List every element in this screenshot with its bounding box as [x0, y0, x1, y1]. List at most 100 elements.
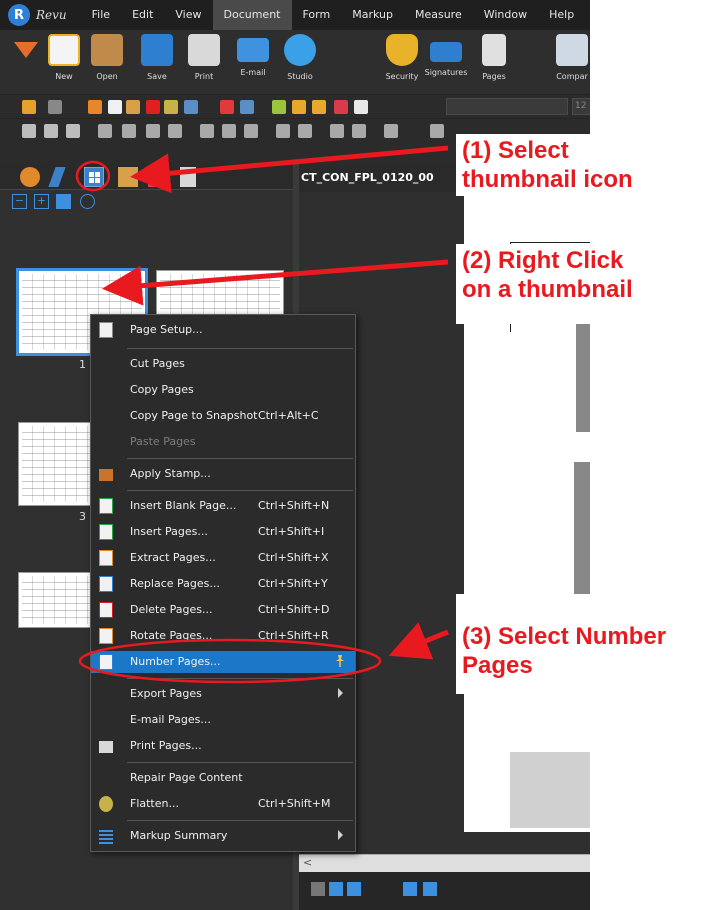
highlight-icon[interactable] [272, 100, 286, 114]
menu-markup[interactable]: Markup [341, 0, 404, 30]
menu-measure[interactable]: Measure [404, 0, 473, 30]
color-icon[interactable] [430, 124, 444, 138]
security-label: Security [385, 72, 419, 81]
zoom-in-thumbnails-button[interactable]: + [34, 194, 49, 209]
cut-icon[interactable] [88, 100, 102, 114]
properties-icon[interactable] [354, 100, 368, 114]
menu-item-export-pages[interactable]: Export Pages [91, 683, 355, 705]
pen-icon[interactable] [384, 124, 398, 138]
menu-item-copy-page-to-snapshot[interactable]: Copy Page to Snapshot Ctrl+Alt+C [91, 405, 355, 427]
markup-tool-2-icon[interactable] [44, 124, 58, 138]
group-icon[interactable] [222, 124, 236, 138]
copy-icon[interactable] [108, 100, 122, 114]
align-bottom-icon[interactable] [146, 124, 160, 138]
menu-item-print-pages[interactable]: Print Pages... [91, 735, 355, 757]
menu-item-repair-page-content[interactable]: Repair Page Content [91, 767, 355, 789]
menu-item-replace-pages[interactable]: Replace Pages... Ctrl+Shift+Y [91, 573, 355, 595]
menu-shortcut: Ctrl+Shift+R [258, 629, 329, 642]
undo-icon[interactable] [22, 100, 36, 114]
ungroup-icon[interactable] [244, 124, 258, 138]
flatten-icon [99, 796, 113, 812]
replace-pages-icon [99, 576, 113, 592]
menu-form[interactable]: Form [292, 0, 342, 30]
menu-item-number-pages[interactable]: Number Pages... [91, 651, 355, 673]
thumbnail-view-button[interactable] [56, 194, 71, 209]
redo-icon[interactable] [48, 100, 62, 114]
rotate-icon[interactable] [352, 124, 366, 138]
pages-button[interactable]: Pages [470, 32, 518, 81]
printer-icon [99, 741, 113, 753]
menu-item-cut-pages[interactable]: Cut Pages [91, 353, 355, 375]
menu-item-apply-stamp[interactable]: Apply Stamp... [91, 463, 355, 485]
select-icon[interactable] [220, 100, 234, 114]
markup-tool-3-icon[interactable] [66, 124, 80, 138]
menu-item-flatten[interactable]: Flatten... Ctrl+Shift+M [91, 793, 355, 815]
pin-icon[interactable] [335, 655, 345, 667]
menu-item-rotate-pages[interactable]: Rotate Pages... Ctrl+Shift+R [91, 625, 355, 647]
markups-tab-icon[interactable] [148, 167, 162, 187]
thumbnail-number-3: 3 [79, 510, 86, 523]
align-left-icon[interactable] [98, 124, 112, 138]
scroll-left-arrow-icon[interactable]: < [299, 856, 312, 869]
flip-icon[interactable] [330, 124, 344, 138]
tool-chest-tab-icon[interactable] [20, 167, 40, 187]
menu-item-email-pages[interactable]: E-mail Pages... [91, 709, 355, 731]
bookmarks-tab-icon[interactable] [48, 167, 66, 187]
markup-tool-1-icon[interactable] [22, 124, 36, 138]
rotate-pages-icon [99, 628, 113, 644]
menu-item-page-setup[interactable]: Page Setup... [91, 319, 355, 341]
continuous-icon[interactable] [329, 882, 343, 896]
revu-logo-icon: R [8, 4, 30, 26]
line-weight-icon[interactable] [298, 124, 312, 138]
menu-help[interactable]: Help [538, 0, 585, 30]
properties-tab-icon[interactable] [180, 167, 196, 187]
align-top-icon[interactable] [122, 124, 136, 138]
menu-label: Copy Pages [130, 383, 194, 396]
pan-icon[interactable] [240, 100, 254, 114]
open-button[interactable]: Open [83, 32, 131, 81]
clip-icon[interactable] [312, 100, 326, 114]
signatures-button[interactable]: Signatures [422, 32, 470, 77]
thumbnails-tab-icon[interactable] [84, 167, 104, 187]
side-by-side-icon[interactable] [347, 882, 361, 896]
format-painter-icon[interactable] [164, 100, 178, 114]
zoom-out-thumbnails-button[interactable]: − [12, 194, 27, 209]
studio-button[interactable]: Studio [276, 32, 324, 81]
thumbnail-options-gear-icon[interactable] [80, 194, 95, 209]
menu-label: Extract Pages... [130, 551, 216, 564]
file-access-tab-icon[interactable] [118, 167, 138, 187]
horizontal-scrollbar[interactable]: < [299, 854, 590, 872]
compare-button[interactable]: Compar [548, 32, 590, 81]
paste-icon[interactable] [126, 100, 140, 114]
menu-document[interactable]: Document [212, 0, 292, 30]
panel-tab-strip [0, 164, 293, 190]
menu-item-copy-pages[interactable]: Copy Pages [91, 379, 355, 401]
single-page-icon[interactable] [311, 882, 325, 896]
security-button[interactable]: Security [378, 32, 426, 81]
menu-view[interactable]: View [164, 0, 212, 30]
menu-item-delete-pages[interactable]: Delete Pages... Ctrl+Shift+D [91, 599, 355, 621]
menu-item-markup-summary[interactable]: Markup Summary [91, 825, 355, 847]
menu-item-extract-pages[interactable]: Extract Pages... Ctrl+Shift+X [91, 547, 355, 569]
menu-item-insert-pages[interactable]: Insert Pages... Ctrl+Shift+I [91, 521, 355, 543]
delete-icon[interactable] [146, 100, 160, 114]
new-button[interactable]: New [40, 32, 88, 81]
menu-file[interactable]: File [81, 0, 121, 30]
font-family-select[interactable] [446, 98, 568, 115]
distribute-icon[interactable] [200, 124, 214, 138]
save-button[interactable]: Save [133, 32, 181, 81]
split-horizontal-icon[interactable] [423, 882, 437, 896]
line-style-icon[interactable] [276, 124, 290, 138]
menu-window[interactable]: Window [473, 0, 538, 30]
print-button[interactable]: Print [180, 32, 228, 81]
ruler-icon[interactable] [292, 100, 306, 114]
email-button[interactable]: E-mail [229, 32, 277, 77]
stamp-icon[interactable] [334, 100, 348, 114]
tool-chest-icon[interactable] [184, 100, 198, 114]
align-center-icon[interactable] [168, 124, 182, 138]
menu-edit[interactable]: Edit [121, 0, 164, 30]
signatures-label: Signatures [424, 68, 468, 77]
split-vertical-icon[interactable] [403, 882, 417, 896]
menu-item-insert-blank-page[interactable]: Insert Blank Page... Ctrl+Shift+N [91, 495, 355, 517]
font-size-select[interactable]: 12 [572, 98, 590, 115]
